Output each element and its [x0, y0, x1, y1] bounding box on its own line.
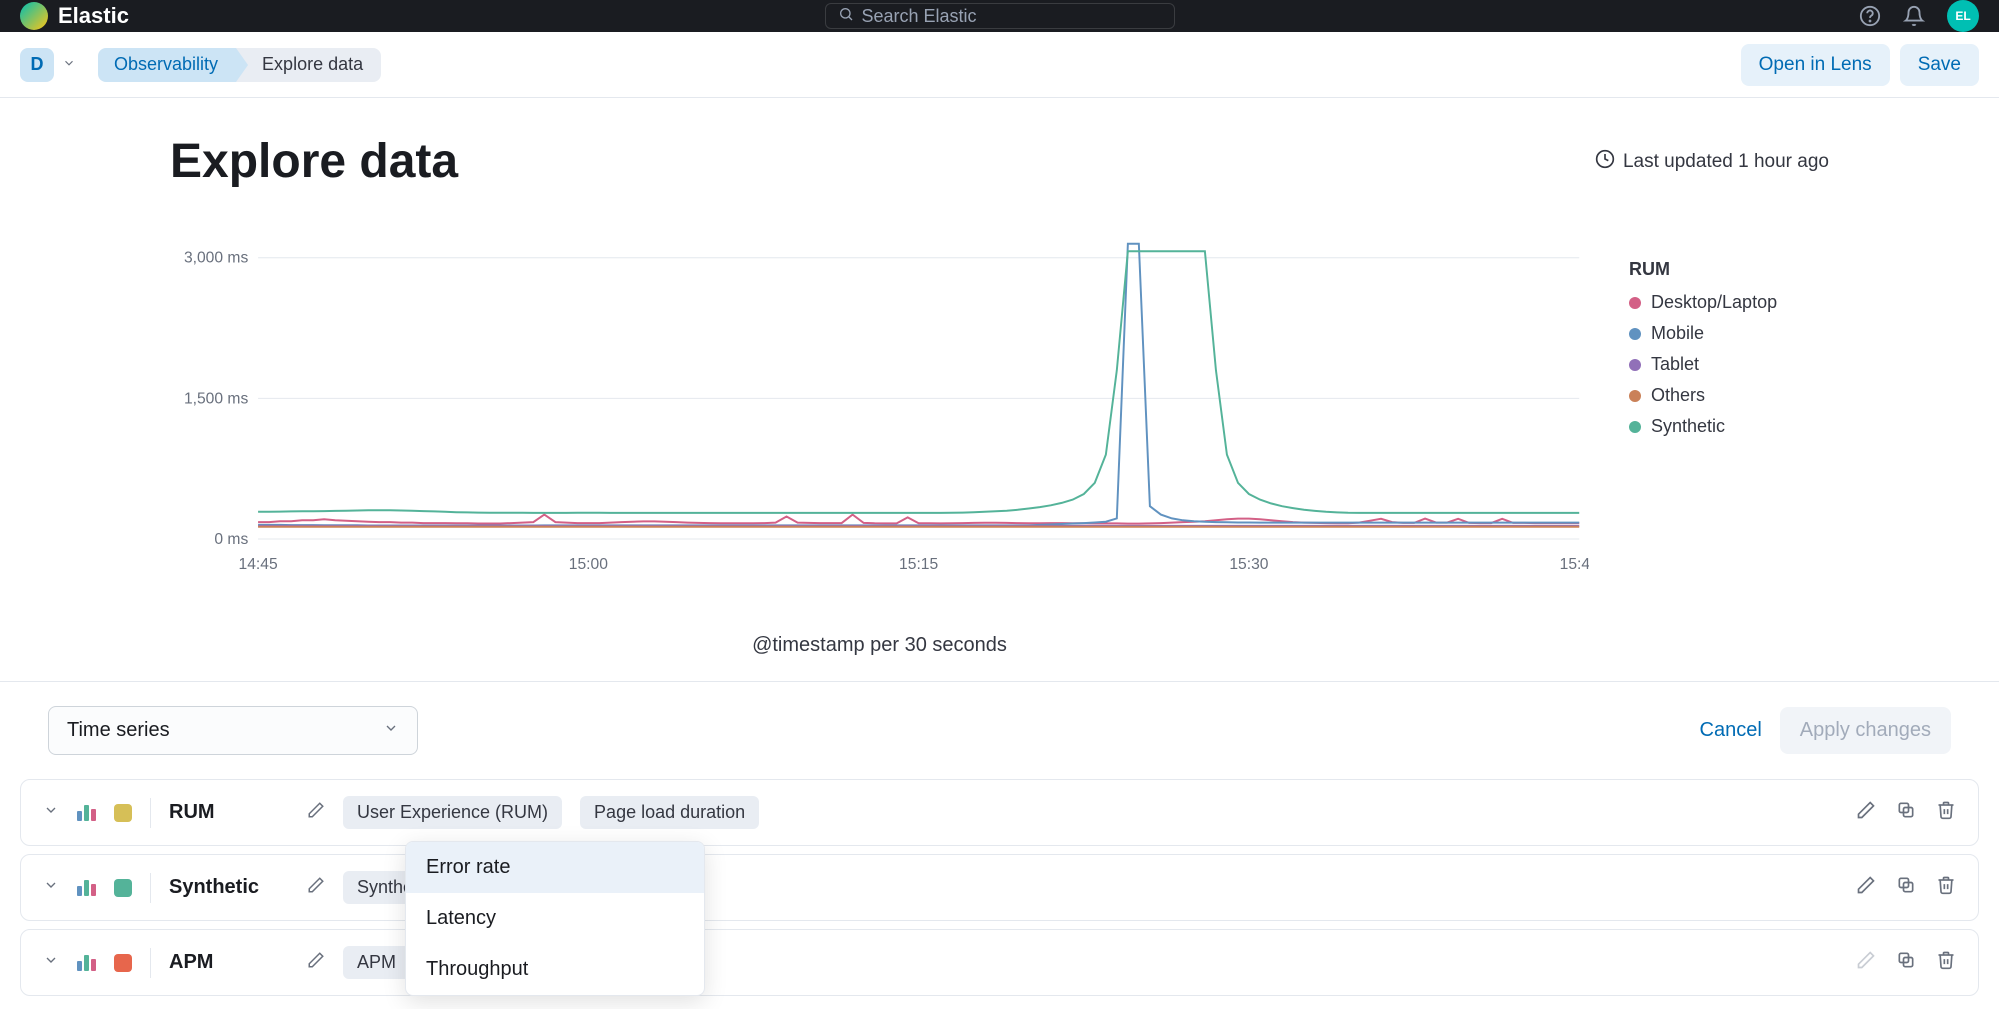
series-row-actions — [1856, 950, 1956, 975]
last-updated-text: Last updated 1 hour ago — [1623, 151, 1829, 173]
legend-dot-icon — [1629, 328, 1641, 340]
svg-text:1,500 ms: 1,500 ms — [184, 390, 248, 407]
bell-icon[interactable] — [1903, 5, 1925, 27]
series-name: RUM — [169, 801, 289, 824]
last-updated: Last updated 1 hour ago — [1595, 149, 1829, 175]
brand-name: Elastic — [58, 3, 129, 29]
edit-icon[interactable] — [1856, 875, 1876, 900]
divider — [150, 798, 151, 828]
dropdown-item[interactable]: Throughput — [406, 944, 704, 995]
breadcrumb-observability[interactable]: Observability — [98, 48, 236, 82]
legend-item[interactable]: Desktop/Laptop — [1629, 292, 1829, 313]
edit-name-icon[interactable] — [307, 801, 325, 824]
svg-text:15:30: 15:30 — [1229, 556, 1268, 573]
expand-icon[interactable] — [43, 952, 59, 973]
legend-dot-icon — [1629, 359, 1641, 371]
search-input[interactable]: Search Elastic — [825, 3, 1175, 29]
color-swatch[interactable] — [114, 954, 132, 972]
search-icon — [838, 6, 854, 27]
help-icon[interactable] — [1859, 5, 1881, 27]
legend-item[interactable]: Others — [1629, 385, 1829, 406]
chart-type-value: Time series — [67, 719, 170, 742]
legend-dot-icon — [1629, 297, 1641, 309]
series-row-actions — [1856, 875, 1956, 900]
delete-icon[interactable] — [1936, 800, 1956, 825]
main-content: Explore data Last updated 1 hour ago 0 m… — [0, 98, 1999, 657]
legend-dot-icon — [1629, 421, 1641, 433]
breadcrumb-bar: D Observability Explore data Open in Len… — [0, 32, 1999, 98]
expand-icon[interactable] — [43, 802, 59, 823]
legend-title: RUM — [1629, 259, 1829, 280]
expand-icon[interactable] — [43, 877, 59, 898]
legend-label: Tablet — [1651, 354, 1699, 375]
legend-item[interactable]: Tablet — [1629, 354, 1829, 375]
color-swatch[interactable] — [114, 879, 132, 897]
bars-icon — [77, 880, 96, 896]
edit-icon[interactable] — [1856, 800, 1876, 825]
svg-text:3,000 ms: 3,000 ms — [184, 250, 248, 267]
bars-icon — [77, 955, 96, 971]
open-in-lens-button[interactable]: Open in Lens — [1741, 44, 1890, 86]
header-actions: EL — [1859, 0, 1979, 32]
dropdown-item[interactable]: Latency — [406, 893, 704, 944]
chart-area: 0 ms 1,500 ms 3,000 ms 14:45 15:00 15:15 15:30… — [170, 219, 1829, 657]
cancel-button[interactable]: Cancel — [1700, 719, 1762, 742]
series-row: APM APM — [20, 929, 1979, 996]
avatar[interactable]: EL — [1947, 0, 1979, 32]
series-tag[interactable]: APM — [343, 946, 410, 979]
delete-icon[interactable] — [1936, 950, 1956, 975]
search-placeholder: Search Elastic — [862, 6, 977, 27]
series-row: RUM User Experience (RUM) Page load durat… — [20, 779, 1979, 846]
series-name: Synthetic — [169, 876, 289, 899]
copy-icon[interactable] — [1896, 950, 1916, 975]
breadcrumb: Observability Explore data — [98, 48, 381, 82]
color-swatch[interactable] — [114, 804, 132, 822]
legend-dot-icon — [1629, 390, 1641, 402]
divider — [150, 873, 151, 903]
page-title: Explore data — [170, 134, 458, 189]
svg-text:15:00: 15:00 — [569, 556, 608, 573]
series-tag[interactable]: User Experience (RUM) — [343, 796, 562, 829]
copy-icon[interactable] — [1896, 800, 1916, 825]
series-name: APM — [169, 951, 289, 974]
bars-icon — [77, 805, 96, 821]
chart-type-select[interactable]: Time series — [48, 706, 418, 755]
config-panel: Time series Cancel Apply changes RUM Use… — [0, 681, 1999, 996]
chevron-down-icon[interactable] — [62, 54, 76, 75]
legend-label: Mobile — [1651, 323, 1704, 344]
clock-icon — [1595, 149, 1615, 175]
divider — [150, 948, 151, 978]
edit-icon[interactable] — [1856, 950, 1876, 975]
chart-legend: RUM Desktop/Laptop Mobile Tablet Others Synt… — [1629, 219, 1829, 657]
legend-label: Others — [1651, 385, 1705, 406]
edit-name-icon[interactable] — [307, 951, 325, 974]
series-row-actions — [1856, 800, 1956, 825]
svg-text:0 ms: 0 ms — [214, 531, 248, 548]
series-row: Synthetic Syntheticsduration Error rateL… — [20, 854, 1979, 921]
delete-icon[interactable] — [1936, 875, 1956, 900]
chart-xlabel: @timestamp per 30 seconds — [170, 634, 1589, 657]
edit-name-icon[interactable] — [307, 876, 325, 899]
legend-item[interactable]: Synthetic — [1629, 416, 1829, 437]
page-actions: Open in Lens Save — [1741, 44, 1979, 86]
legend-label: Desktop/Laptop — [1651, 292, 1777, 313]
legend-label: Synthetic — [1651, 416, 1725, 437]
apply-changes-button[interactable]: Apply changes — [1780, 707, 1951, 754]
app-header: Elastic Search Elastic EL — [0, 0, 1999, 32]
legend-item[interactable]: Mobile — [1629, 323, 1829, 344]
logo[interactable]: Elastic — [20, 2, 129, 30]
series-tag[interactable]: Page load duration — [580, 796, 759, 829]
space-selector[interactable]: D — [20, 48, 54, 82]
svg-text:14:45: 14:45 — [239, 556, 278, 573]
dropdown-item[interactable]: Error rate — [406, 842, 704, 893]
svg-text:15:15: 15:15 — [899, 556, 938, 573]
elastic-logo-icon — [20, 2, 48, 30]
svg-text:15:45: 15:45 — [1560, 556, 1589, 573]
breadcrumb-explore-data[interactable]: Explore data — [236, 48, 381, 82]
line-chart[interactable]: 0 ms 1,500 ms 3,000 ms 14:45 15:00 15:15 15:30… — [170, 219, 1589, 589]
chevron-down-icon — [383, 719, 399, 742]
save-button[interactable]: Save — [1900, 44, 1979, 86]
metric-dropdown[interactable]: Error rateLatencyThroughput — [405, 841, 705, 996]
copy-icon[interactable] — [1896, 875, 1916, 900]
